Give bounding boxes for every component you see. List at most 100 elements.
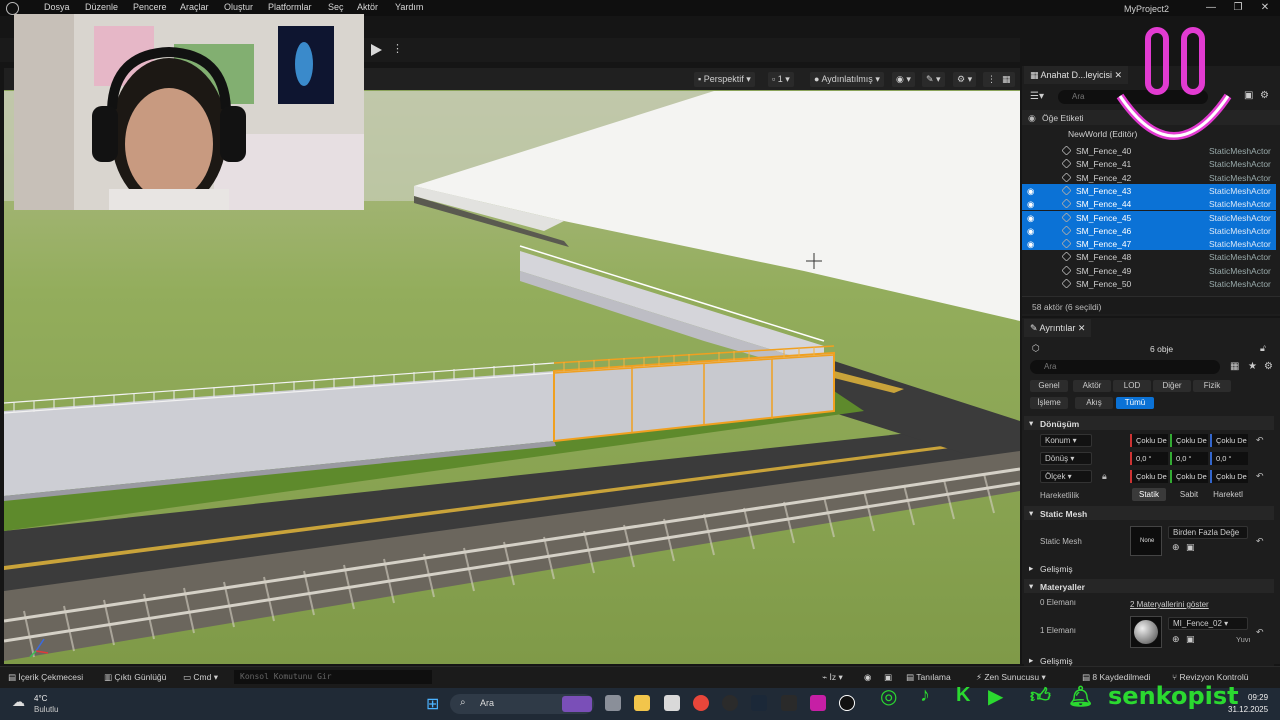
reset-location-icon[interactable]: ↶ [1256,435,1264,446]
transform-tools-icon[interactable]: ✎ ▾ [922,72,945,87]
menu-build[interactable]: Oluştur [224,2,253,12]
location-dropdown[interactable]: Konum ▾ [1040,434,1092,447]
menu-window[interactable]: Pencere [133,2,167,12]
mobility-static[interactable]: Statik [1132,488,1166,501]
toolbar-more-icon[interactable]: ⋮ [392,42,403,55]
lock-icon[interactable]: 🔓︎ [1260,343,1266,354]
camera-speed-button[interactable]: ▫ 1 ▾ [768,72,794,87]
task-view-icon[interactable] [605,695,621,711]
console-command-input[interactable]: Konsol Komutunu Gir [234,670,432,684]
cmd-dropdown[interactable]: ▭ Cmd ▾ [183,672,218,683]
settings-gear-icon[interactable]: ⚙ ▾ [953,72,977,87]
weather-cloud-icon[interactable]: ☁ [12,694,25,710]
menu-file[interactable]: Dosya [44,2,70,12]
rotation-dropdown[interactable]: Dönüş ▾ [1040,452,1092,465]
mobility-stationary[interactable]: Sabit [1172,488,1206,501]
zen-server-button[interactable]: ⚡ Zen Sunucusu ▾ [976,672,1046,683]
minimize-button[interactable]: — [1204,2,1218,13]
rotation-z-field[interactable]: 0,0 ° [1210,452,1248,465]
outliner-settings-icon[interactable]: ⚙ [1260,90,1269,101]
advanced2-toggle[interactable]: Gelişmiş [1024,653,1274,667]
scale-z-field[interactable]: Çoklu De [1210,470,1248,483]
menu-platforms[interactable]: Platformlar [268,2,312,12]
use-selected-icon[interactable]: ⊕ [1172,542,1180,553]
location-z-field[interactable]: Çoklu De [1210,434,1248,447]
show-materials-link[interactable]: 2 Materyallerini göster [1130,600,1209,609]
advanced-toggle[interactable]: Gelişmiş [1024,561,1274,575]
menu-select[interactable]: Seç [328,2,344,12]
visibility-eye-icon[interactable]: ◉ [1027,213,1036,223]
windows-start-icon[interactable]: ⊞ [426,694,439,714]
derive-button[interactable]: ▤ Tanılama [906,672,951,683]
outliner-row[interactable]: SM_Fence_41 StaticMeshActor [1022,157,1276,170]
outliner-row[interactable]: SM_Fence_42 StaticMeshActor [1022,171,1276,184]
item-label-header[interactable]: Öğe Etiketi [1042,113,1084,123]
static-mesh-section[interactable]: Static Mesh [1024,506,1274,520]
location-x-field[interactable]: Çoklu De [1130,434,1168,447]
maximize-button[interactable]: ❐ [1231,2,1245,13]
material-dropdown[interactable]: MI_Fence_02 ▾ [1168,617,1248,630]
visibility-eye-icon[interactable]: ◉ [1027,186,1036,196]
app-icon[interactable] [810,695,826,711]
category-physics[interactable]: Fizik [1193,380,1231,392]
outliner-row[interactable]: ◉ SM_Fence_46 StaticMeshActor [1022,223,1276,237]
location-y-field[interactable]: Çoklu De [1170,434,1208,447]
menu-actor[interactable]: Aktör [357,2,378,12]
store-icon[interactable] [664,695,680,711]
visibility-eye-icon[interactable]: ◉ [1027,226,1036,236]
scale-y-field[interactable]: Çoklu De [1170,470,1208,483]
scale-x-field[interactable]: Çoklu De [1130,470,1168,483]
outliner-row[interactable]: ◉ SM_Fence_47 StaticMeshActor [1022,237,1276,251]
outliner-row[interactable]: SM_Fence_48 StaticMeshActor [1022,250,1276,263]
chrome-icon[interactable] [693,695,709,711]
material-thumbnail[interactable] [1130,616,1162,648]
details-search-input[interactable]: Ara [1030,360,1220,374]
browse-asset-icon[interactable]: ▣ [1186,542,1195,553]
revision-control-button[interactable]: ⑂ Revizyon Kontrolü [1172,672,1248,682]
category-misc[interactable]: Diğer [1153,380,1191,392]
outliner-row[interactable]: SM_Fence_50 StaticMeshActor [1022,277,1276,290]
outliner-row[interactable]: ◉ SM_Fence_43 StaticMeshActor [1022,183,1276,197]
camera-icon[interactable]: ▣ [884,672,892,683]
layout-grid-icon[interactable]: ▦ [998,72,1015,87]
reset-material-icon[interactable]: ↶ [1256,627,1264,638]
materials-section[interactable]: Materyaller [1024,579,1274,593]
filter-icon[interactable]: ☰▾ [1030,91,1044,102]
scale-dropdown[interactable]: Ölçek ▾ [1040,470,1092,483]
mobility-movable[interactable]: Hareketl [1210,488,1246,501]
file-explorer-icon[interactable] [634,695,650,711]
favorite-star-icon[interactable]: ★ [1248,361,1257,372]
static-mesh-dropdown[interactable]: Birden Fazla Değe [1168,526,1248,539]
show-flags-eye-icon[interactable]: ◉ ▾ [892,72,915,87]
add-folder-icon[interactable]: ▣ [1244,90,1253,101]
play-icon[interactable] [370,44,382,56]
outliner-row[interactable]: ◉ SM_Fence_44 StaticMeshActor [1022,197,1276,211]
category-actor[interactable]: Aktör [1073,380,1111,392]
lit-mode-button[interactable]: ● Aydınlatılmış ▾ [810,72,884,87]
github-icon[interactable] [722,695,738,711]
outliner-row[interactable]: ◉ SM_Fence_45 StaticMeshActor [1022,210,1276,224]
scale-lock-icon[interactable]: 🔒︎ [1102,471,1107,482]
output-log-button[interactable]: ▥ Çıktı Günlüğü [104,672,166,683]
epic-games-icon[interactable] [781,695,797,711]
menu-tools[interactable]: Araçlar [180,2,209,12]
trace-button[interactable]: ⌁ İz ▾ [822,672,843,683]
steam-icon[interactable] [751,695,767,711]
rotation-x-field[interactable]: 0,0 ° [1130,452,1168,465]
content-drawer-button[interactable]: ▤ İçerik Çekmecesi [8,672,83,683]
menu-help[interactable]: Yardım [395,2,423,12]
static-mesh-thumbnail[interactable]: None [1130,526,1162,556]
details-settings-icon[interactable]: ⚙ [1264,361,1273,372]
category-rendering[interactable]: İşleme [1030,397,1068,409]
reset-mesh-icon[interactable]: ↶ [1256,536,1264,547]
category-all[interactable]: Tümü [1116,397,1154,409]
reset-scale-icon[interactable]: ↶ [1256,471,1264,482]
record-icon[interactable]: ◉ [864,672,871,683]
unreal-engine-icon[interactable] [839,695,855,711]
details-tab[interactable]: ✎ Ayrıntılar ✕ [1024,319,1092,337]
table-view-icon[interactable]: ▦ [1230,361,1239,372]
transform-section[interactable]: Dönüşüm [1024,416,1274,430]
perspective-button[interactable]: ▪ Perspektif ▾ [694,72,755,87]
visibility-eye-icon[interactable]: ◉ [1027,239,1036,249]
visibility-eye-icon[interactable]: ◉ [1027,199,1036,209]
